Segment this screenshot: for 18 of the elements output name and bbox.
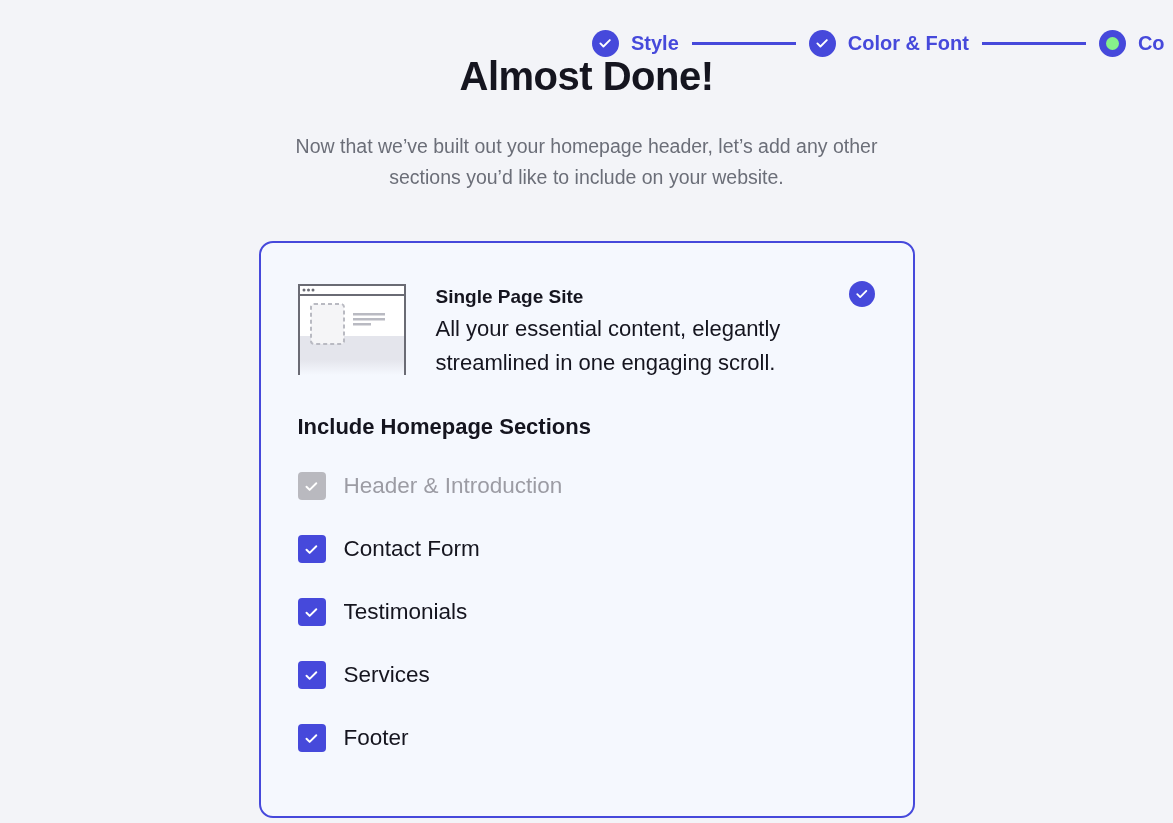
option-description: All your essential content, elegantly streamlined in one engaging scroll.	[435, 314, 782, 377]
checkbox[interactable]	[297, 661, 326, 689]
checkbox-label: Testimonials	[343, 598, 468, 627]
checkbox-label: Contact Form	[343, 535, 480, 564]
step-label[interactable]: Co	[1137, 28, 1165, 58]
step-label[interactable]: Style	[631, 28, 679, 58]
checkbox-label: Services	[343, 661, 430, 690]
checkbox-label: Footer	[343, 724, 409, 753]
checkbox[interactable]	[297, 598, 326, 626]
checkbox[interactable]	[297, 535, 326, 563]
section-heading: Include Homepage Sections	[297, 412, 592, 441]
page-layout-icon	[297, 283, 406, 375]
page-title: Almost Done!	[459, 56, 714, 96]
checkbox-label: Header & Introduction	[343, 472, 563, 501]
intro-text: Now that we’ve built out your homepage header, let’s add any other sections you’d like to include on your website.	[294, 134, 879, 190]
option-title: Single Page Site	[435, 285, 585, 309]
checkbox[interactable]	[297, 724, 326, 752]
step-label[interactable]: Color & Font	[847, 28, 969, 58]
